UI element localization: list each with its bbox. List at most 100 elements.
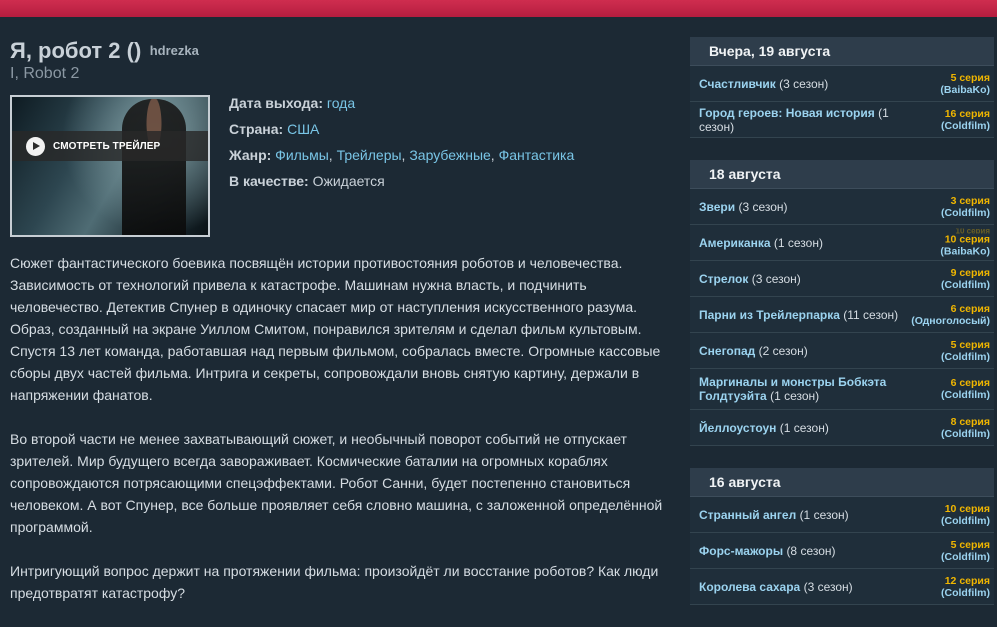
play-icon [26, 136, 45, 156]
dub-studio: (Coldfilm) [941, 514, 990, 527]
schedule-row[interactable]: Снегопад (2 сезон) 5 серия (Coldfilm) [690, 333, 994, 369]
show-name[interactable]: Форс-мажоры [699, 544, 783, 558]
schedule-block: 16 августа Странный ангел (1 сезон) 10 с… [690, 468, 994, 605]
show-name[interactable]: Счастливчик [699, 77, 776, 91]
show-title[interactable]: Снегопад (2 сезон) [699, 344, 924, 358]
episode-info: 5 серия (Coldfilm) [941, 339, 990, 363]
show-title[interactable]: Город героев: Новая история (1 сезон) [699, 106, 924, 134]
release-date-link[interactable]: года [327, 95, 355, 111]
episode-info: 8 серия (Coldfilm) [941, 416, 990, 440]
episode-info: 6 серия (Одноголосый) [911, 303, 990, 327]
show-title[interactable]: Королева сахара (3 сезон) [699, 580, 924, 594]
schedule-row[interactable]: Королева сахара (3 сезон) 12 серия (Coldf… [690, 569, 994, 605]
genre-line: Жанр: Фильмы, Трейлеры, Зарубежные, Фант… [229, 147, 574, 173]
episode-number: 5 серия [950, 338, 990, 351]
show-season: (11 сезон) [843, 307, 899, 322]
episode-number: 5 серия [950, 538, 990, 551]
show-season: (8 сезон) [786, 543, 836, 558]
show-name[interactable]: Странный ангел [699, 508, 796, 522]
genre-label: Жанр: [229, 147, 272, 163]
show-season: (1 сезон) [770, 389, 820, 403]
schedule-row[interactable]: Парни из Трейлерпарка (11 сезон) 6 серия… [690, 297, 994, 333]
episode-number: 16 серия [944, 107, 990, 120]
episode-info: 3 серия (Coldfilm) [941, 195, 990, 219]
dub-studio: (Coldfilm) [941, 206, 990, 219]
movie-title: Я, робот 2 () [10, 38, 142, 63]
episode-number: 12 серия [944, 574, 990, 587]
show-season: (1 сезон) [799, 507, 849, 522]
show-name[interactable]: Город героев: Новая история [699, 106, 875, 120]
genre-link-scifi[interactable]: Фантастика [499, 147, 575, 163]
watch-trailer-button[interactable]: СМОТРЕТЬ ТРЕЙЛЕР [12, 131, 208, 161]
genre-link-films[interactable]: Фильмы [275, 147, 329, 163]
schedule-row[interactable]: Маргиналы и монстры Бобкэта Голдтуэйта (… [690, 369, 994, 410]
episode-number: 6 серия [950, 302, 990, 315]
show-name[interactable]: Йеллоустоун [699, 421, 776, 435]
genre-link-trailers[interactable]: Трейлеры [337, 147, 402, 163]
episode-number: 6 серия [950, 377, 990, 389]
quality-label: В качестве: [229, 173, 309, 189]
episode-number: 8 серия [950, 415, 990, 428]
schedule-row[interactable]: Странный ангел (1 сезон) 10 серия (Coldfi… [690, 497, 994, 533]
dub-studio: (Coldfilm) [941, 278, 990, 291]
watch-trailer-label: СМОТРЕТЬ ТРЕЙЛЕР [53, 140, 161, 152]
schedule-row[interactable]: Стрелок (3 сезон) 9 серия (Coldfilm) [690, 261, 994, 297]
show-title[interactable]: Счастливчик (3 сезон) [699, 77, 924, 91]
quality-line: В качестве: Ожидается [229, 173, 574, 199]
schedule-date-header: 18 августа [690, 160, 994, 189]
dub-studio: (Coldfilm) [941, 350, 990, 363]
schedule-row[interactable]: Йеллоустоун (1 сезон) 8 серия (Coldfilm) [690, 410, 994, 446]
source-badge: hdrezka [149, 43, 199, 58]
schedule-row[interactable]: Американка (1 сезон) 10 серия 10 серия (Ba… [690, 225, 994, 261]
schedule-row[interactable]: Звери (3 сезон) 3 серия (Coldfilm) [690, 189, 994, 225]
release-date-label: Дата выхода: [229, 95, 323, 111]
schedule-row[interactable]: Счастливчик (3 сезон) 5 серия (BaibaKo) [690, 66, 994, 102]
show-name[interactable]: Парни из Трейлерпарка [699, 308, 840, 322]
episode-number: 3 серия [950, 194, 990, 207]
show-title[interactable]: Форс-мажоры (8 сезон) [699, 544, 924, 558]
genre-link-foreign[interactable]: Зарубежные [409, 147, 490, 163]
release-date-line: Дата выхода: года [229, 95, 574, 121]
dub-studio: (BaibaKo) [940, 245, 990, 257]
show-season: (3 сезон) [751, 271, 801, 286]
country-link[interactable]: США [287, 121, 319, 137]
schedule-row[interactable]: Город героев: Новая история (1 сезон) 16… [690, 102, 994, 138]
episode-info: 10 серия 10 серия (BaibaKo) [940, 228, 990, 257]
schedule-date-header: 16 августа [690, 468, 994, 497]
show-title[interactable]: Йеллоустоун (1 сезон) [699, 421, 924, 435]
genre-separator: , [328, 147, 333, 163]
show-season: (1 сезон) [773, 235, 823, 250]
country-label: Страна: [229, 121, 284, 137]
episode-info: 12 серия (Coldfilm) [941, 575, 990, 599]
show-title[interactable]: Звери (3 сезон) [699, 200, 924, 214]
country-line: Страна: США [229, 121, 574, 147]
episode-info: 9 серия (Coldfilm) [941, 267, 990, 291]
show-title[interactable]: Стрелок (3 сезон) [699, 272, 924, 286]
show-name[interactable]: Снегопад [699, 344, 755, 358]
dub-studio: (Одноголосый) [911, 314, 990, 327]
show-season: (3 сезон) [803, 579, 853, 594]
genre-separator: , [401, 147, 406, 163]
show-name[interactable]: Стрелок [699, 272, 748, 286]
show-name[interactable]: Королева сахара [699, 580, 800, 594]
episode-number: 10 серия [944, 233, 990, 245]
show-title[interactable]: Парни из Трейлерпарка (11 сезон) [699, 308, 924, 322]
dub-studio: (Coldfilm) [941, 119, 990, 132]
episode-info: 5 серия (BaibaKo) [940, 72, 990, 96]
schedule-block: Вчера, 19 августа Счастливчик (3 сезон) … [690, 37, 994, 138]
dub-studio: (BaibaKo) [940, 83, 990, 96]
movie-poster[interactable]: СМОТРЕТЬ ТРЕЙЛЕР [10, 95, 210, 237]
schedule-row[interactable]: Форс-мажоры (8 сезон) 5 серия (Coldfilm) [690, 533, 994, 569]
schedule-date-header: Вчера, 19 августа [690, 37, 994, 66]
poster-figure [122, 99, 186, 235]
original-title: I, Robot 2 [10, 65, 80, 82]
episode-info: 6 серия (Coldfilm) [941, 377, 990, 401]
show-name[interactable]: Американка [699, 236, 771, 250]
show-title[interactable]: Американка (1 сезон) [699, 236, 924, 250]
dub-studio: (Coldfilm) [941, 550, 990, 563]
show-name[interactable]: Звери [699, 200, 735, 214]
show-title[interactable]: Странный ангел (1 сезон) [699, 508, 924, 522]
show-season: (1 сезон) [779, 420, 829, 435]
show-title[interactable]: Маргиналы и монстры Бобкэта Голдтуэйта (… [699, 375, 924, 403]
movie-info: Дата выхода: года Страна: США Жанр: Филь… [229, 95, 574, 199]
